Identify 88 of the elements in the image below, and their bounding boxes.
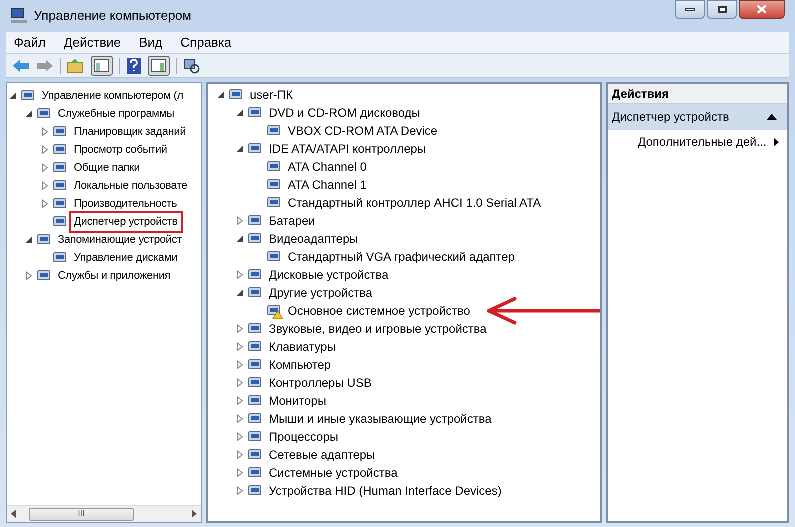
collapse-icon[interactable]: [235, 108, 245, 118]
tree-item[interactable]: Контроллеры USB: [267, 375, 374, 391]
expand-icon[interactable]: [235, 270, 245, 280]
tree-item[interactable]: IDE ATA/ATAPI контроллеры: [267, 141, 428, 157]
tree-item[interactable]: Просмотр событий: [72, 142, 170, 158]
actions-header: Действия: [608, 84, 787, 104]
action-link[interactable]: Дополнительные дей...: [638, 133, 767, 151]
scan-hardware-icon[interactable]: [183, 56, 201, 74]
collapse-icon[interactable]: [235, 144, 245, 154]
submenu-arrow-icon: [774, 138, 779, 146]
tree-item[interactable]: Звуковые, видео и игровые устройства: [267, 321, 489, 337]
warning-device-icon: [267, 303, 283, 319]
scrollbar-thumb[interactable]: III: [29, 508, 134, 520]
tree-item[interactable]: Дисковые устройства: [267, 267, 391, 283]
expand-icon[interactable]: [40, 127, 50, 137]
section-title: Диспетчер устройств: [612, 109, 730, 126]
collapse-icon[interactable]: [24, 109, 34, 119]
tree-item[interactable]: Сетевые адаптеры: [267, 447, 378, 463]
tree-item[interactable]: Компьютер: [267, 357, 334, 373]
tree-item[interactable]: Процессоры: [267, 429, 340, 445]
menu-item[interactable]: Действие: [64, 32, 122, 52]
scroll-right-icon[interactable]: [191, 510, 197, 518]
tree-item[interactable]: user-ПК: [248, 87, 295, 103]
expand-icon[interactable]: [40, 163, 50, 173]
collapse-icon[interactable]: [235, 234, 245, 244]
tree-item[interactable]: Стандартный VGA графический адаптер: [286, 249, 517, 265]
help-icon[interactable]: [126, 56, 142, 74]
collapse-icon[interactable]: [8, 91, 18, 101]
tree-item[interactable]: Общие папки: [72, 160, 142, 176]
tree-item[interactable]: ATA Channel 1: [286, 177, 369, 193]
tree-item[interactable]: Службы и приложения: [56, 268, 173, 284]
menu-item[interactable]: Справка: [180, 32, 232, 52]
tree-item[interactable]: DVD и CD-ROM дисководы: [267, 105, 422, 121]
expand-icon[interactable]: [235, 450, 245, 460]
expand-icon[interactable]: [235, 324, 245, 334]
action-pane-icon[interactable]: [148, 56, 170, 76]
tree-item[interactable]: Основное системное устройство: [286, 303, 472, 319]
computer-icon: [10, 8, 28, 24]
expand-icon[interactable]: [235, 414, 245, 424]
tree-item[interactable]: Производительность: [72, 196, 180, 212]
close-button[interactable]: [739, 0, 785, 19]
expand-icon[interactable]: [24, 271, 34, 281]
minimize-button[interactable]: [675, 0, 705, 19]
tree-item[interactable]: Клавиатуры: [267, 339, 338, 355]
back-icon[interactable]: [12, 58, 30, 72]
tree-item[interactable]: Запоминающие устройст: [56, 232, 184, 248]
menu-item[interactable]: Файл: [14, 32, 46, 52]
expand-icon[interactable]: [40, 145, 50, 155]
tree-item[interactable]: ATA Channel 0: [286, 159, 369, 175]
expand-icon[interactable]: [40, 199, 50, 209]
tree-item[interactable]: Видеоадаптеры: [267, 231, 360, 247]
tree-item[interactable]: Локальные пользовате: [72, 178, 190, 194]
forward-icon[interactable]: [36, 58, 54, 72]
tree-item[interactable]: Мыши и иные указывающие устройства: [267, 411, 494, 427]
actions-section[interactable]: Диспетчер устройств: [608, 104, 787, 130]
tree-item[interactable]: Служебные программы: [56, 106, 176, 122]
tree-item[interactable]: Управление дисками: [72, 250, 180, 266]
expand-icon[interactable]: [235, 378, 245, 388]
tree-item[interactable]: Батареи: [267, 213, 318, 229]
tree-item[interactable]: Управление компьютером (л: [40, 88, 186, 104]
collapse-icon[interactable]: [24, 235, 34, 245]
scroll-left-icon[interactable]: [11, 510, 17, 518]
expand-icon[interactable]: [235, 216, 245, 226]
tree-item[interactable]: Системные устройства: [267, 465, 400, 481]
console-tree-icon[interactable]: [91, 56, 113, 76]
maximize-button[interactable]: [707, 0, 737, 19]
tree-item[interactable]: VBOX CD-ROM ATA Device: [286, 123, 440, 139]
expand-icon[interactable]: [235, 342, 245, 352]
expand-icon[interactable]: [40, 181, 50, 191]
folder-up-icon[interactable]: [67, 58, 85, 74]
horizontal-scrollbar[interactable]: III: [7, 505, 201, 522]
expand-icon[interactable]: [235, 468, 245, 478]
tree-item[interactable]: Диспетчер устройств: [72, 214, 180, 230]
tree-item[interactable]: Другие устройства: [267, 285, 375, 301]
collapse-icon[interactable]: [216, 90, 226, 100]
expand-icon[interactable]: [235, 360, 245, 370]
menu-item[interactable]: Вид: [139, 32, 163, 52]
close-icon: [757, 5, 767, 14]
expand-icon[interactable]: [235, 432, 245, 442]
expand-icon[interactable]: [235, 486, 245, 496]
tree-item[interactable]: Планировщик заданий: [72, 124, 188, 140]
tree-item[interactable]: Мониторы: [267, 393, 328, 409]
expand-icon[interactable]: [235, 396, 245, 406]
window-title: Управление компьютером: [34, 7, 192, 26]
collapse-icon[interactable]: [235, 288, 245, 298]
tree-item[interactable]: Устройства HID (Human Interface Devices): [267, 483, 504, 499]
collapse-icon[interactable]: [767, 113, 777, 121]
tree-item[interactable]: Стандартный контроллер AHCI 1.0 Serial ATA: [286, 195, 544, 211]
